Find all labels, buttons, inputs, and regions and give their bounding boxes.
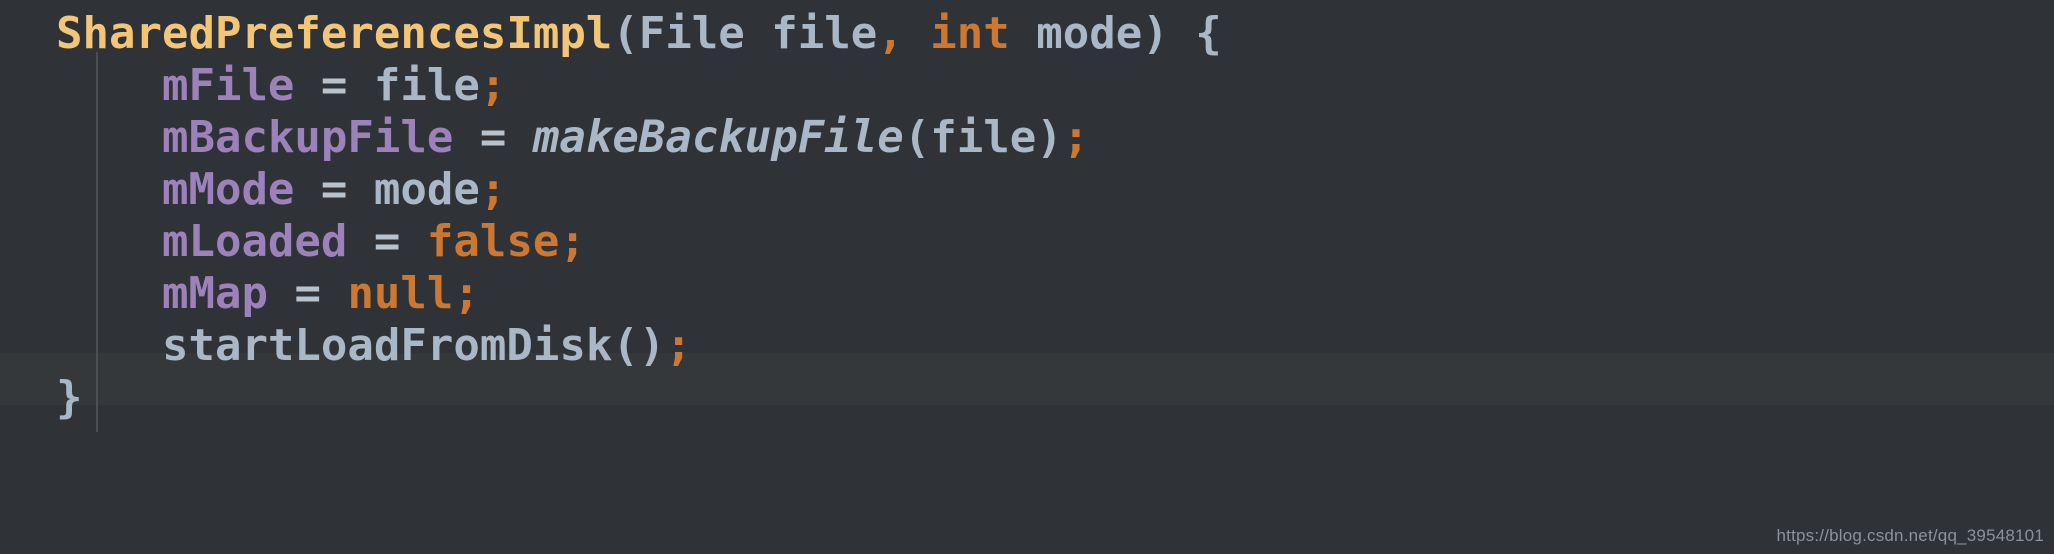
code-token-field: mBackupFile [161,112,454,163]
code-token-op: = [320,60,348,111]
code-token-punc: ; [1062,112,1090,163]
code-token-kw: false [426,216,560,267]
code-token-op: = [294,268,321,319]
code-line[interactable]: mMap = null; [0,268,1222,320]
code-token-plain: { [1195,8,1222,59]
code-token-plain: file [771,8,878,59]
code-block[interactable]: SharedPreferencesImpl(File file, int mod… [0,0,1222,424]
code-token-plain: mode [373,164,480,215]
code-line[interactable]: SharedPreferencesImpl(File file, int mod… [0,8,1222,60]
code-token-field: mMap [161,268,268,319]
code-token-plain: File [638,8,745,59]
code-token-punc: ; [665,320,692,371]
code-token-plain: ( [903,112,931,163]
code-token-field: mMode [161,164,295,215]
code-token-kw: null [347,268,454,319]
code-line[interactable]: mFile = file; [0,60,1222,112]
code-screenshot: SharedPreferencesImpl(File file, int mod… [0,0,2054,554]
code-token-ctor: SharedPreferencesImpl [56,8,613,59]
code-token-op: = [479,112,507,163]
code-token-field: mFile [161,60,295,111]
watermark-url: https://blog.csdn.net/qq_39548101 [1776,526,2044,545]
code-token-plain: mode [1036,8,1143,59]
code-token-plain: file [930,112,1037,163]
code-token-op: = [373,216,401,267]
code-line[interactable]: startLoadFromDisk(); [0,320,1222,372]
code-token-kw: int [930,8,1010,59]
code-token-punc: ; [479,60,507,111]
code-token-punc: ; [559,216,586,267]
code-token-plain: file [373,60,480,111]
code-line[interactable]: mMode = mode; [0,164,1222,216]
code-token-call: startLoadFromDisk [161,320,613,371]
code-token-field: mLoaded [161,216,348,267]
code-token-punc: , [877,8,904,59]
code-token-plain: ) [1036,112,1063,163]
code-line[interactable]: } [0,372,1222,424]
code-token-plain: ) [638,320,666,371]
code-token-method: makeBackupFile [532,112,904,163]
code-token-plain: ( [612,8,639,59]
code-token-plain: ( [612,320,639,371]
code-token-punc: ; [479,164,507,215]
code-token-plain: } [56,372,83,423]
code-line[interactable]: mLoaded = false; [0,216,1222,268]
code-token-op: = [320,164,348,215]
code-token-plain: ) [1142,8,1169,59]
code-line[interactable]: mBackupFile = makeBackupFile(file); [0,112,1222,164]
code-editor-surface[interactable]: SharedPreferencesImpl(File file, int mod… [0,0,2054,554]
code-token-punc: ; [453,268,480,319]
